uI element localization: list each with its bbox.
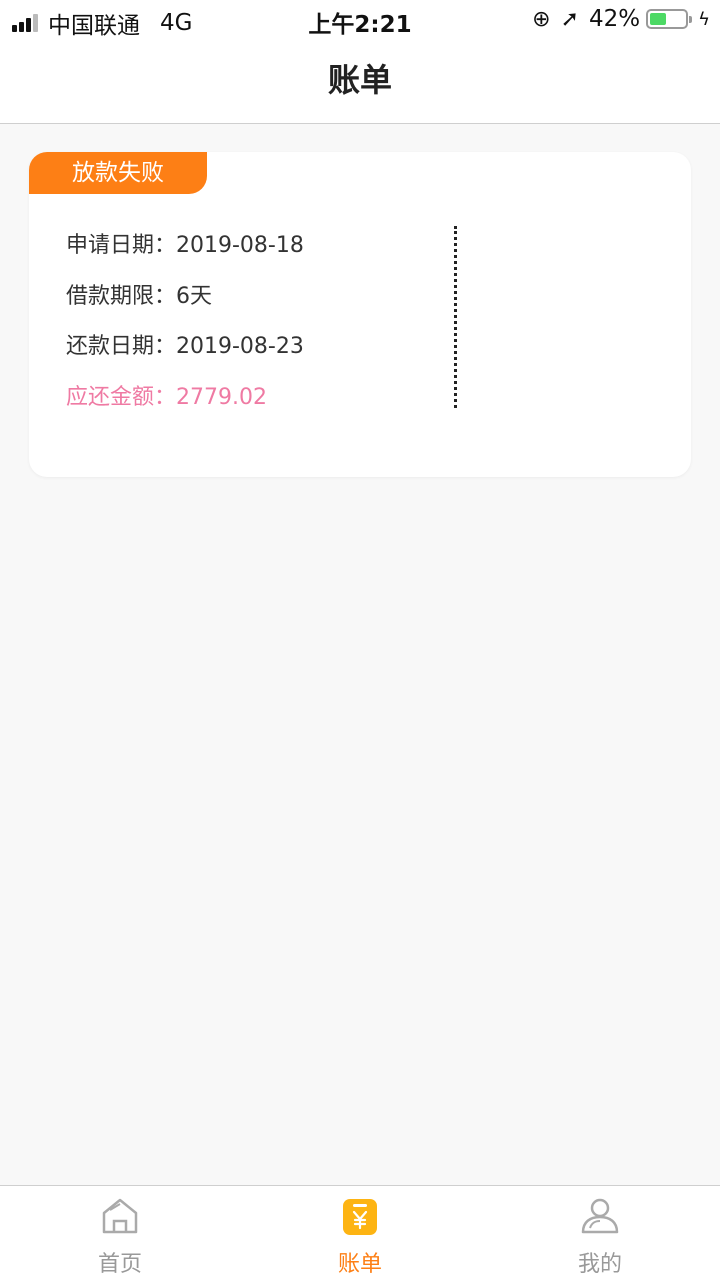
battery-icon xyxy=(646,9,693,29)
location-icon: ➚ xyxy=(560,6,579,32)
tab-home[interactable]: 首页 xyxy=(0,1186,240,1281)
apply-date: 申请日期：2019-08-18 xyxy=(66,233,304,258)
tab-bill-label: 账单 xyxy=(337,1252,382,1277)
tab-mine-label: 我的 xyxy=(577,1252,622,1277)
repay-date: 还款日期：2019-08-23 xyxy=(66,334,304,359)
dotted-divider xyxy=(454,226,457,408)
bill-card[interactable]: 放款失败 申请日期：2019-08-18 借款期限：6天 还款日期：2019-0… xyxy=(29,152,691,477)
page-title: 账单 xyxy=(327,61,392,99)
charging-icon: ϟ xyxy=(698,8,710,30)
home-icon xyxy=(102,1198,138,1234)
nav-bar: 账单 xyxy=(0,40,720,124)
tab-home-label: 首页 xyxy=(97,1252,142,1277)
tab-bill[interactable]: 账单 xyxy=(240,1186,480,1281)
bill-icon xyxy=(343,1199,377,1235)
amount-due: 应还金额：2779.02 xyxy=(66,385,267,410)
tab-bar: 首页 账单 我的 xyxy=(0,1185,720,1281)
status-badge: 放款失败 xyxy=(29,152,207,194)
tab-mine[interactable]: 我的 xyxy=(480,1186,720,1281)
status-right: ⊕ ➚ 42% ϟ xyxy=(532,6,710,32)
battery-percent: 42% xyxy=(589,6,641,32)
loan-term: 借款期限：6天 xyxy=(66,284,212,309)
status-bar: 中国联通 4G 上午2:21 ⊕ ➚ 42% ϟ xyxy=(0,0,720,40)
orientation-lock-icon: ⊕ xyxy=(532,6,551,32)
user-icon xyxy=(581,1198,619,1234)
